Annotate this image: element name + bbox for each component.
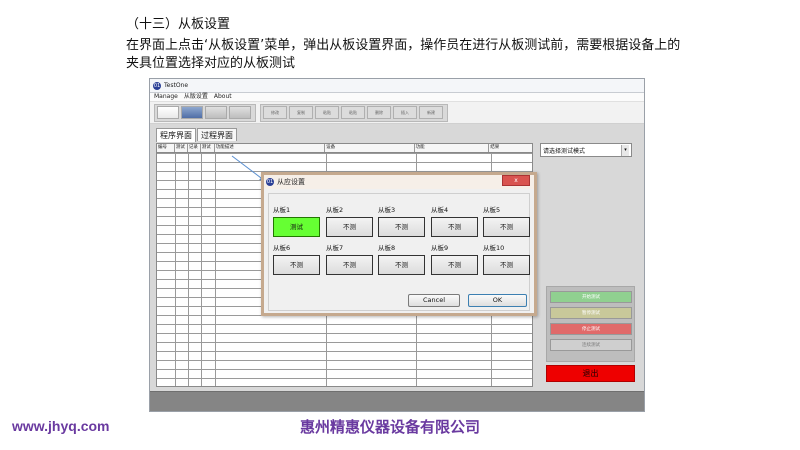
slave-label: 从板3 xyxy=(378,206,396,214)
continuous-test-button[interactable]: 连续测试 xyxy=(550,339,632,351)
col-test2[interactable]: 测试 xyxy=(201,144,215,152)
slave-label: 从板5 xyxy=(483,206,501,214)
col-test[interactable]: 测试 xyxy=(175,144,188,152)
col-record[interactable]: 记录 xyxy=(188,144,201,152)
dialog-app-icon: 01 xyxy=(266,178,274,186)
grid-divider xyxy=(215,153,216,386)
slave-7-toggle[interactable]: 不测 xyxy=(326,255,373,275)
slave-label: 从板6 xyxy=(273,244,291,252)
tab-strip: 程序界面 过程界面 xyxy=(156,128,238,142)
slave-10: 从板10 不测 xyxy=(483,244,530,275)
slave-label: 从板2 xyxy=(326,206,344,214)
footer-url: www.jhyq.com xyxy=(12,418,110,434)
menu-about[interactable]: About xyxy=(214,93,232,101)
toolbar-new-button[interactable]: 新建 xyxy=(419,106,443,119)
slave-2: 从板2 不测 xyxy=(326,206,373,237)
toolbar-edit-button[interactable]: 修改 xyxy=(263,106,287,119)
start-test-button[interactable]: 开始测试 xyxy=(550,291,632,303)
slave-2-toggle[interactable]: 不测 xyxy=(326,217,373,237)
slave-9-toggle[interactable]: 不测 xyxy=(431,255,478,275)
test-mode-value: 请选择测试模式 xyxy=(543,147,586,155)
footer-company: 惠州精惠仪器设备有限公司 xyxy=(300,418,481,436)
slave-settings-dialog: 01 从应设置 x 从板1 测试 从板2 不测 从板3 不测 从板4 不测 从板… xyxy=(261,172,537,316)
grid-divider xyxy=(201,153,202,386)
stop-test-button[interactable]: 停止测试 xyxy=(550,323,632,335)
slave-6-toggle[interactable]: 不测 xyxy=(273,255,320,275)
toolbar-delete-button[interactable]: 删除 xyxy=(367,106,391,119)
tab-process[interactable]: 过程界面 xyxy=(197,128,237,141)
slave-1: 从板1 测试 xyxy=(273,206,320,237)
paste-icon[interactable] xyxy=(229,106,251,119)
side-panel: 请选择测试模式 ▾ 开始测试 暂停测试 停止测试 连续测试 退出 xyxy=(540,143,638,387)
col-result[interactable]: 结果 xyxy=(489,144,532,152)
slave-label: 从板4 xyxy=(431,206,449,214)
toolbar: 修改 复制 粘贴 粘贴 删除 插入 新建 xyxy=(150,102,644,124)
save-icon[interactable] xyxy=(181,106,203,119)
slave-6: 从板6 不测 xyxy=(273,244,320,275)
dialog-body: 从板1 测试 从板2 不测 从板3 不测 从板4 不测 从板5 不测 从板6 不… xyxy=(268,193,530,311)
slave-10-toggle[interactable]: 不测 xyxy=(483,255,530,275)
slave-3-toggle[interactable]: 不测 xyxy=(378,217,425,237)
exit-button[interactable]: 退出 xyxy=(546,365,635,382)
grid-header: 编号 测试 记录 测试 功能描述 设备 功能 结果 xyxy=(157,144,532,153)
slave-1-toggle[interactable]: 测试 xyxy=(273,217,320,237)
slave-3: 从板3 不测 xyxy=(378,206,425,237)
toolbar-paste2-button[interactable]: 粘贴 xyxy=(341,106,365,119)
col-description[interactable]: 功能描述 xyxy=(215,144,326,152)
pause-test-button[interactable]: 暂停测试 xyxy=(550,307,632,319)
slave-8: 从板8 不测 xyxy=(378,244,425,275)
menu-slave-settings[interactable]: 从版设置 xyxy=(184,93,208,101)
col-number[interactable]: 编号 xyxy=(157,144,175,152)
slave-label: 从板8 xyxy=(378,244,396,252)
toolbar-insert-button[interactable]: 插入 xyxy=(393,106,417,119)
slave-label: 从板1 xyxy=(273,206,291,214)
slide-heading: （十三）从板设置 xyxy=(126,17,231,32)
app-icon: 01 xyxy=(153,81,161,90)
grid-divider xyxy=(188,153,189,386)
grid-divider xyxy=(175,153,176,386)
tab-program[interactable]: 程序界面 xyxy=(156,128,196,142)
title-bar: 01 TestOne xyxy=(150,79,644,93)
window-title: TestOne xyxy=(164,82,189,89)
copy-icon[interactable] xyxy=(205,106,227,119)
toolbar-copy-button[interactable]: 复制 xyxy=(289,106,313,119)
toolbar-file-group xyxy=(154,103,256,122)
col-function[interactable]: 功能 xyxy=(415,144,490,152)
slave-7: 从板7 不测 xyxy=(326,244,373,275)
slave-label: 从板7 xyxy=(326,244,344,252)
menu-manage[interactable]: Manage xyxy=(154,93,178,101)
test-mode-select[interactable]: 请选择测试模式 ▾ xyxy=(540,143,632,157)
dialog-title-bar: 01 从应设置 xyxy=(264,175,534,189)
menu-bar: Manage 从版设置 About xyxy=(150,93,644,102)
slave-5: 从板5 不测 xyxy=(483,206,530,237)
close-icon[interactable]: x xyxy=(502,175,530,186)
slide-paragraph: 在界面上点击‘从板设置’菜单，弹出从板设置界面，操作员在进行从板测试前，需要根据… xyxy=(126,38,681,71)
toolbar-edit-group: 修改 复制 粘贴 粘贴 删除 插入 新建 xyxy=(260,103,448,122)
dialog-title: 从应设置 xyxy=(277,178,305,186)
toolbar-paste-button[interactable]: 粘贴 xyxy=(315,106,339,119)
control-box: 开始测试 暂停测试 停止测试 连续测试 xyxy=(546,286,635,362)
chevron-down-icon[interactable]: ▾ xyxy=(621,144,629,156)
cancel-button[interactable]: Cancel xyxy=(408,294,460,307)
slave-label: 从板9 xyxy=(431,244,449,252)
slide: （十三）从板设置 在界面上点击‘从板设置’菜单，弹出从板设置界面，操作员在进行从… xyxy=(0,0,800,450)
slave-5-toggle[interactable]: 不测 xyxy=(483,217,530,237)
ok-button[interactable]: OK xyxy=(468,294,527,307)
slave-8-toggle[interactable]: 不测 xyxy=(378,255,425,275)
status-bar xyxy=(150,391,644,411)
new-file-icon[interactable] xyxy=(157,106,179,119)
slave-4: 从板4 不测 xyxy=(431,206,478,237)
slave-4-toggle[interactable]: 不测 xyxy=(431,217,478,237)
slave-9: 从板9 不测 xyxy=(431,244,478,275)
slave-label: 从板10 xyxy=(483,244,505,252)
col-device[interactable]: 设备 xyxy=(325,144,415,152)
